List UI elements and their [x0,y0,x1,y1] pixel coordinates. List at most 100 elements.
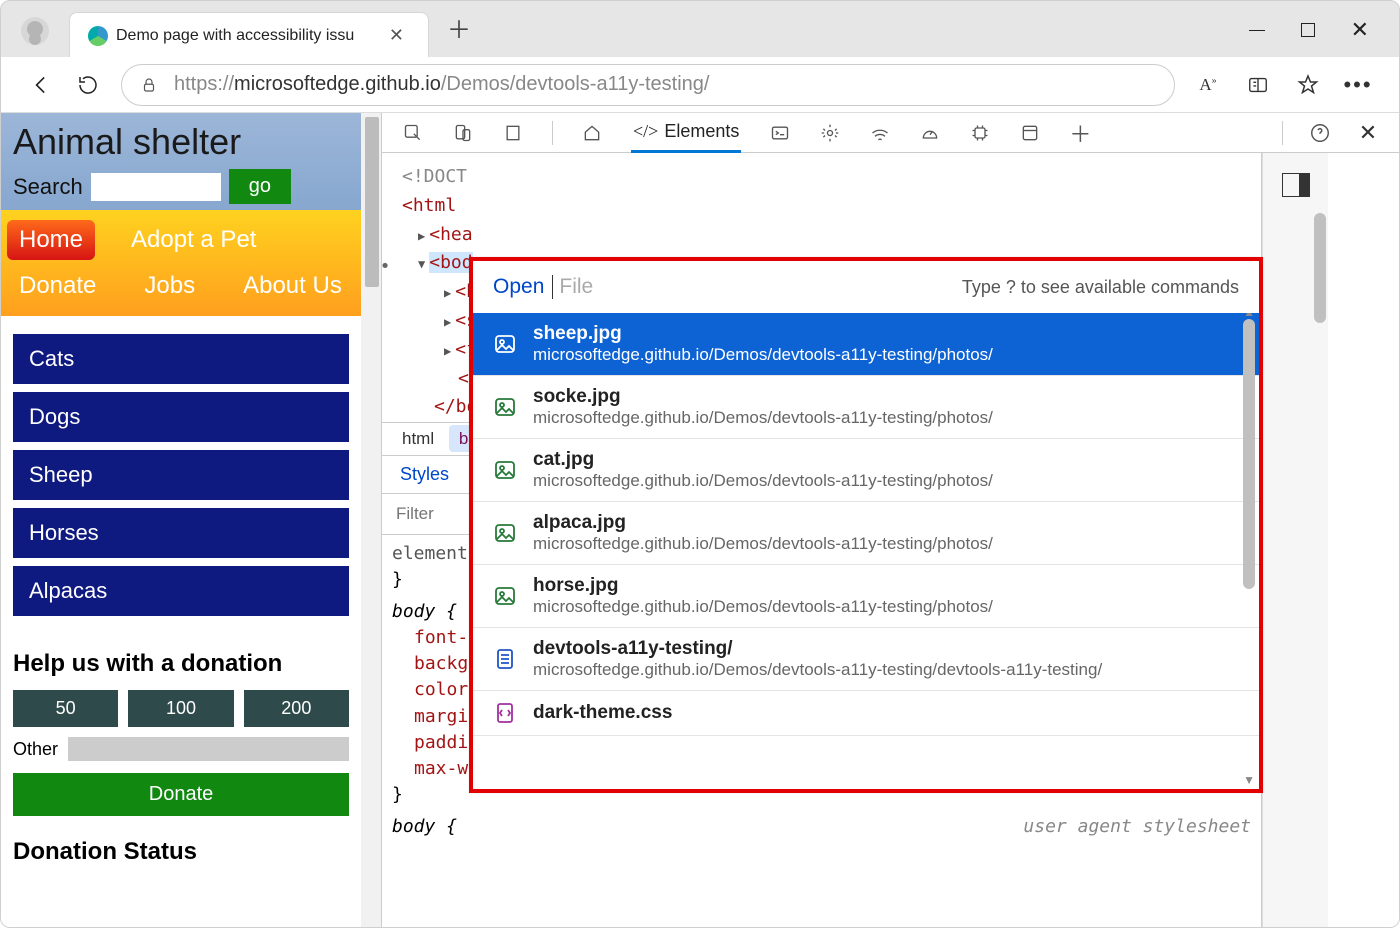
cmd-item[interactable]: alpaca.jpgmicrosoftedge.github.io/Demos/… [473,502,1259,565]
edge-favicon-icon [88,26,108,46]
read-aloud-icon[interactable]: A» [1195,72,1221,98]
cmd-filepath: microsoftedge.github.io/Demos/devtools-a… [533,597,993,617]
donate-button[interactable]: Donate [13,773,349,816]
lock-icon [140,76,158,94]
content-area: Animal shelter Search go Home Adopt a Pe… [1,113,1399,927]
nav-adopt[interactable]: Adopt a Pet [119,220,268,260]
animal-link[interactable]: Cats [13,334,349,384]
titlebar: Demo page with accessibility issu ✕ ＋ ✕ [1,1,1399,57]
cmd-filepath: microsoftedge.github.io/Demos/devtools-a… [533,345,993,365]
tab-close-icon[interactable]: ✕ [383,23,410,48]
new-tab-button[interactable]: ＋ [439,6,479,49]
home-icon[interactable] [581,122,603,144]
profile-icon[interactable] [21,17,49,45]
cmd-filename: dark-theme.css [533,702,672,724]
animal-link[interactable]: Alpacas [13,566,349,616]
file-type-icon [493,647,517,671]
maximize-icon[interactable] [1301,23,1315,37]
devtools-sidebar [1262,153,1328,927]
file-type-icon [493,521,517,545]
inspect-icon[interactable] [402,122,424,144]
cmd-item[interactable]: devtools-a11y-testing/microsoftedge.gith… [473,628,1259,691]
cmd-results: ▲ sheep.jpgmicrosoftedge.github.io/Demos… [473,313,1259,789]
animal-link[interactable]: Dogs [13,392,349,442]
refresh-button[interactable] [75,72,101,98]
nav-donate[interactable]: Donate [7,266,108,306]
cmd-filename: socke.jpg [533,386,993,408]
other-input[interactable] [68,737,349,761]
page-title: Animal shelter [13,121,349,163]
cmd-prefix: Open [493,275,544,299]
browser-tab[interactable]: Demo page with accessibility issu ✕ [69,12,429,58]
url-text: https://microsoftedge.github.io/Demos/de… [174,73,709,96]
performance-icon[interactable] [919,122,941,144]
cmd-item[interactable]: cat.jpgmicrosoftedge.github.io/Demos/dev… [473,439,1259,502]
devtools-tabbar: </> Elements ＋ ✕ [382,113,1399,153]
donation-status-heading: Donation Status [13,838,349,866]
welcome-icon[interactable] [502,122,524,144]
dock-side-icon[interactable] [1282,173,1310,197]
browser-window: Demo page with accessibility issu ✕ ＋ ✕ … [0,0,1400,928]
window-close-icon[interactable]: ✕ [1351,17,1369,43]
amount-50-button[interactable]: 50 [13,690,118,727]
cmd-filepath: microsoftedge.github.io/Demos/devtools-a… [533,408,993,428]
cmd-item[interactable]: socke.jpgmicrosoftedge.github.io/Demos/d… [473,376,1259,439]
cmd-hint: Type ? to see available commands [962,277,1239,298]
cmd-filename: alpaca.jpg [533,512,993,534]
page-header: Animal shelter Search go [1,113,361,210]
browser-toolbar: https://microsoftedge.github.io/Demos/de… [1,57,1399,113]
donate-heading: Help us with a donation [13,650,349,678]
file-type-icon [493,332,517,356]
animal-link[interactable]: Horses [13,508,349,558]
help-icon[interactable] [1309,122,1331,144]
cmd-filename: devtools-a11y-testing/ [533,638,1102,660]
search-input[interactable] [91,173,221,201]
more-tabs-icon[interactable]: ＋ [1069,122,1091,144]
nav-about[interactable]: About Us [231,266,354,306]
application-icon[interactable] [1019,122,1041,144]
reader-icon[interactable] [1245,72,1271,98]
file-type-icon [493,458,517,482]
devtools-close-icon[interactable]: ✕ [1357,122,1379,144]
cmd-filepath: microsoftedge.github.io/Demos/devtools-a… [533,660,1102,680]
cmd-item[interactable]: sheep.jpgmicrosoftedge.github.io/Demos/d… [473,313,1259,376]
favorite-icon[interactable] [1295,72,1321,98]
device-toggle-icon[interactable] [452,122,474,144]
cmd-placeholder[interactable]: File [559,275,593,299]
page-viewport: Animal shelter Search go Home Adopt a Pe… [1,113,381,927]
window-controls: ✕ [1249,17,1369,43]
cmd-filepath: microsoftedge.github.io/Demos/devtools-a… [533,471,993,491]
more-icon[interactable]: ••• [1345,72,1371,98]
cmd-filepath: microsoftedge.github.io/Demos/devtools-a… [533,534,993,554]
back-button[interactable] [29,72,55,98]
dom-row-more-icon[interactable]: ••• [382,253,391,282]
minimize-icon[interactable] [1249,30,1265,31]
file-type-icon [493,395,517,419]
file-type-icon [493,701,517,725]
memory-icon[interactable] [969,122,991,144]
animal-link[interactable]: Sheep [13,450,349,500]
nav-jobs[interactable]: Jobs [132,266,207,306]
amount-200-button[interactable]: 200 [244,690,349,727]
page-scrollbar[interactable] [361,113,381,927]
nav-home[interactable]: Home [7,220,95,260]
cmd-filename: cat.jpg [533,449,993,471]
network-icon[interactable] [869,122,891,144]
sidebar-scrollbar[interactable] [1314,213,1326,323]
elements-tab[interactable]: </> Elements [631,113,741,153]
sources-icon[interactable] [819,122,841,144]
animals-list: Cats Dogs Sheep Horses Alpacas [1,316,361,634]
cmd-cursor [552,275,553,299]
cmd-filename: sheep.jpg [533,323,993,345]
cmd-item[interactable]: horse.jpgmicrosoftedge.github.io/Demos/d… [473,565,1259,628]
go-button[interactable]: go [229,169,291,204]
cmd-scrollbar[interactable] [1243,319,1255,589]
amount-100-button[interactable]: 100 [128,690,233,727]
console-icon[interactable] [769,122,791,144]
tab-title: Demo page with accessibility issu [116,27,375,45]
other-label: Other [13,739,58,760]
cmd-filename: horse.jpg [533,575,993,597]
cmd-item[interactable]: dark-theme.css [473,691,1259,736]
address-bar[interactable]: https://microsoftedge.github.io/Demos/de… [121,64,1175,106]
file-type-icon [493,584,517,608]
